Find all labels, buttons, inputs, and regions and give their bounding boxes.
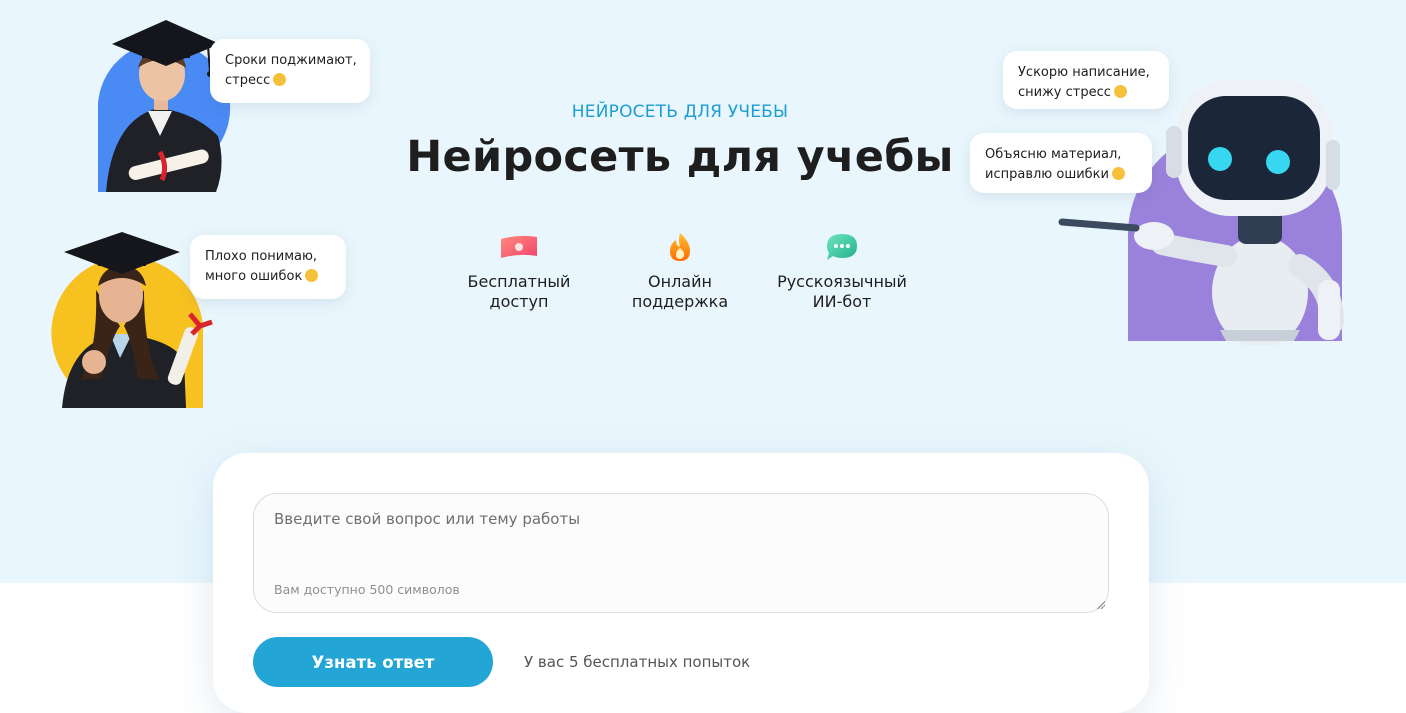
student-graduate-boy-image [98,16,233,192]
emoji-icon [273,73,287,86]
robot-speech-bubble-2: Объясню материал, исправлю ошибки [970,133,1152,193]
student1-bubble-line1: Сроки поджимают, [225,53,357,68]
free-attempts-text: У вас 5 бесплатных попыток [524,653,751,671]
feature-free-line1: Бесплатный [467,272,571,291]
char-limit-hint: Вам доступно 500 символов [274,582,460,597]
feature-online-support: Онлайн поддержка [595,232,765,312]
get-answer-button[interactable]: Узнать ответ [253,637,493,687]
feature-free-line2: доступ [489,292,549,311]
feature-bot-line2: ИИ-бот [812,292,872,311]
chat-icon [822,232,862,262]
question-form-card: Введите свой вопрос или тему работы Вам … [213,453,1149,713]
thumbs-up-icon [1111,167,1125,180]
robot-bubble2-line2: исправлю ошибки [985,167,1109,182]
feature-bot-line1: Русскоязычный [777,272,907,291]
feature-support-line2: поддержка [631,292,729,311]
feature-russian-bot: Русскоязычный ИИ-бот [757,232,927,312]
page-title: Нейросеть для учебы [406,132,954,182]
question-placeholder: Введите свой вопрос или тему работы [274,510,581,528]
student1-bubble-line2: стресс [225,73,271,88]
robot-bubble1-line1: Ускорю написание, [1018,65,1150,80]
emoji-icon [1113,85,1127,98]
student1-speech-bubble: Сроки поджимают, стресс [210,39,370,103]
money-icon [499,232,539,262]
feature-free-access: Бесплатный доступ [434,232,604,312]
question-textarea[interactable]: Введите свой вопрос или тему работы Вам … [253,493,1109,613]
student2-bubble-line1: Плохо понимаю, [205,249,318,264]
student2-speech-bubble: Плохо понимаю, много ошибок [190,235,346,299]
flame-icon [660,232,700,262]
student2-bubble-line2: много ошибок [205,269,303,284]
hero-subtitle: НЕЙРОСЕТЬ ДЛЯ УЧЕБЫ [571,102,789,122]
resize-handle[interactable] [1096,600,1105,609]
robot-bubble2-line1: Объясню материал, [985,147,1122,162]
robot-bubble1-line2: снижу стресс [1018,85,1111,100]
feature-support-line1: Онлайн [648,272,712,291]
robot-speech-bubble-1: Ускорю написание, снижу стресс [1003,51,1169,109]
emoji-icon [305,269,319,282]
